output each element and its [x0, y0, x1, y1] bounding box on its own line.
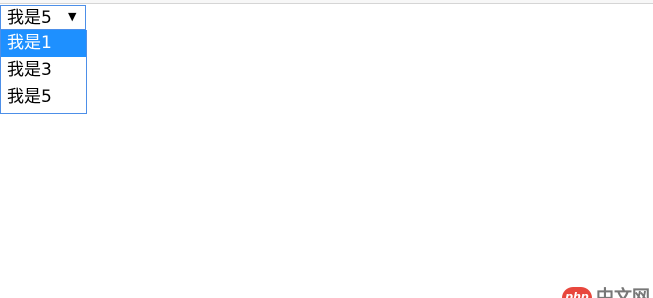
top-border: [0, 0, 653, 4]
option-item[interactable]: 我是3: [1, 57, 86, 84]
triangle-down-icon: ▼: [68, 10, 77, 23]
select-current-value: 我是5: [7, 8, 52, 28]
dropdown-options-list: 我是1 我是3 我是5: [0, 30, 87, 114]
php-logo-icon: php: [562, 287, 592, 298]
watermark-site-name: 中文网: [596, 287, 650, 298]
select-dropdown[interactable]: 我是5 ▼: [0, 5, 86, 30]
option-item[interactable]: 我是5: [1, 84, 86, 111]
site-watermark: php 中文网: [562, 287, 653, 298]
option-item[interactable]: 我是1: [1, 30, 86, 57]
page: 我是5 ▼ 我是1 我是3 我是5 php 中文网: [0, 0, 653, 298]
